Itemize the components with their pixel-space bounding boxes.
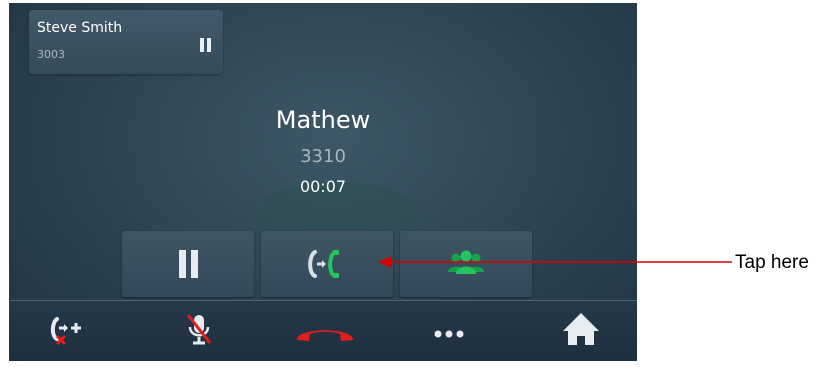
annotation-arrow <box>378 256 732 268</box>
annotation-label: Tap here <box>735 252 809 273</box>
